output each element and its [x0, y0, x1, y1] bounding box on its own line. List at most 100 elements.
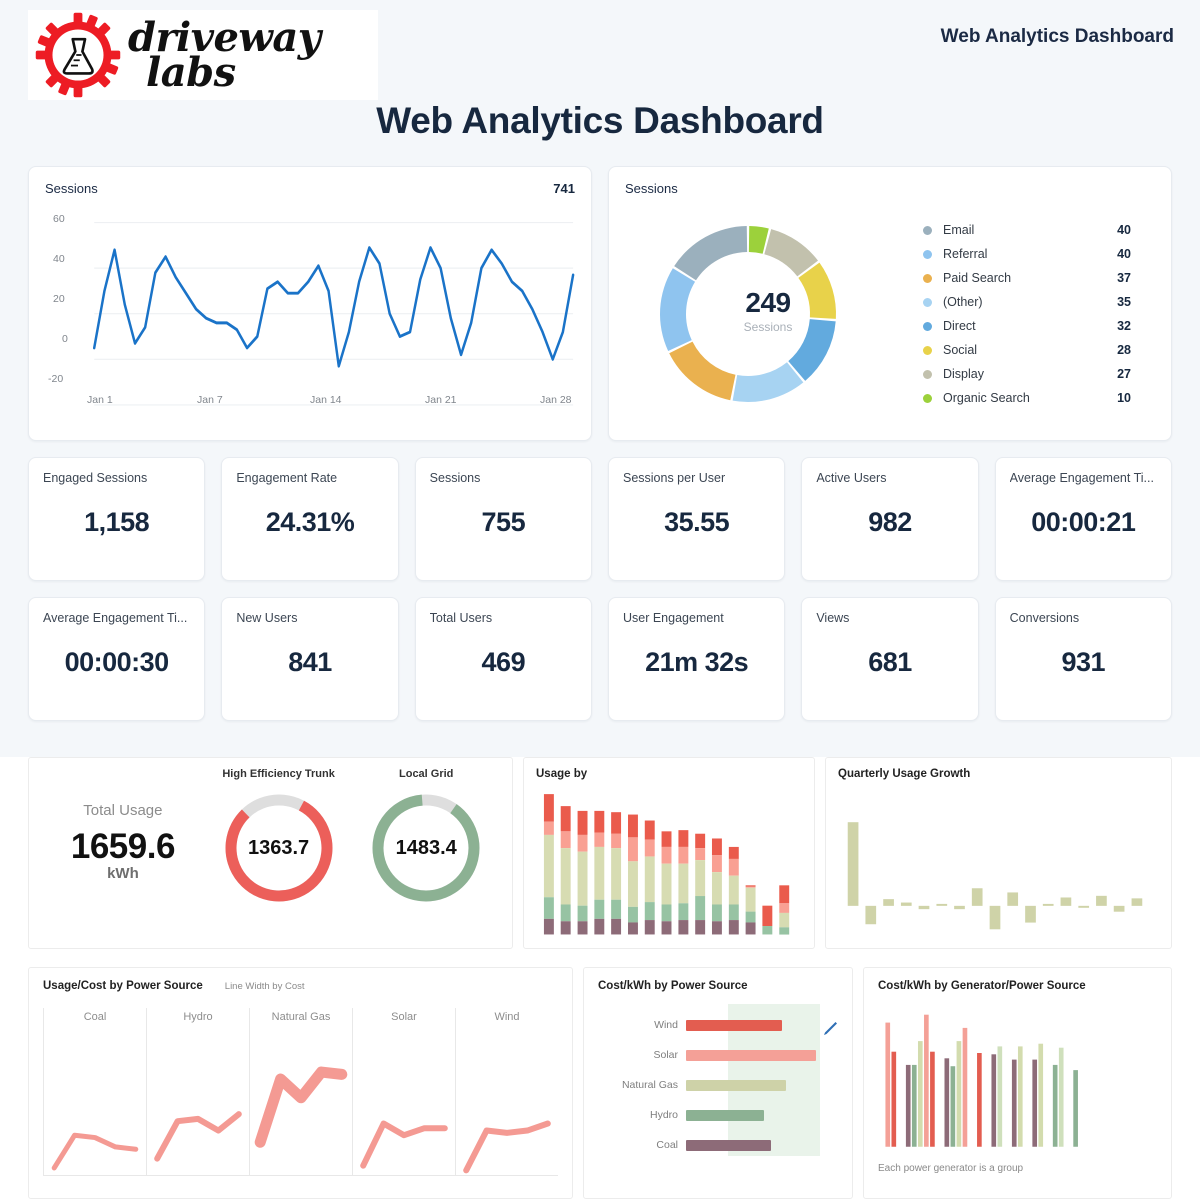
- stacked-bar-segment[interactable]: [779, 927, 790, 935]
- cost-bar-fill[interactable]: [686, 1109, 764, 1121]
- stacked-bar-segment[interactable]: [678, 846, 689, 864]
- stacked-bar-segment[interactable]: [661, 904, 672, 922]
- spark-panel[interactable]: Natural Gas: [249, 1008, 352, 1175]
- waterfall-bar[interactable]: [865, 905, 877, 925]
- cost-bar-fill[interactable]: [686, 1049, 816, 1061]
- kpi-card[interactable]: Conversions 931: [994, 597, 1172, 721]
- legend-item[interactable]: Direct 32: [923, 314, 1131, 338]
- waterfall-bar[interactable]: [1113, 905, 1125, 912]
- generator-bar[interactable]: [911, 1064, 917, 1147]
- waterfall-bar[interactable]: [1131, 898, 1143, 906]
- stacked-bar-segment[interactable]: [678, 920, 689, 935]
- waterfall-bar[interactable]: [989, 905, 1001, 930]
- generator-bar[interactable]: [917, 1041, 923, 1147]
- stacked-bar-segment[interactable]: [661, 831, 672, 847]
- spark-panel[interactable]: Hydro: [146, 1008, 249, 1175]
- stacked-bar-segment[interactable]: [728, 846, 739, 859]
- legend-item[interactable]: (Other) 35: [923, 290, 1131, 314]
- stacked-bar-segment[interactable]: [779, 912, 790, 928]
- stacked-bar-segment[interactable]: [695, 860, 706, 897]
- stacked-bar-segment[interactable]: [728, 904, 739, 921]
- donut-segment[interactable]: [674, 226, 748, 281]
- kpi-card[interactable]: Sessions 755: [414, 457, 592, 581]
- generator-bar[interactable]: [962, 1027, 968, 1147]
- spark-panel[interactable]: Coal: [43, 1008, 146, 1175]
- generator-bar[interactable]: [1058, 1047, 1064, 1147]
- stacked-bar-segment[interactable]: [728, 920, 739, 935]
- stacked-bar-segment[interactable]: [762, 905, 773, 927]
- stacked-bar-segment[interactable]: [543, 918, 554, 935]
- stacked-bar-segment[interactable]: [728, 875, 739, 905]
- stacked-bar-segment[interactable]: [745, 887, 756, 912]
- legend-item[interactable]: Social 28: [923, 338, 1131, 362]
- generator-bar[interactable]: [1052, 1064, 1058, 1147]
- kpi-card[interactable]: Average Engagement Ti... 00:00:21: [994, 457, 1172, 581]
- stacked-bar-segment[interactable]: [711, 872, 722, 905]
- stacked-bar-segment[interactable]: [628, 922, 638, 935]
- donut-segment[interactable]: [669, 341, 736, 401]
- stacked-bar-segment[interactable]: [577, 921, 588, 935]
- stacked-bar-segment[interactable]: [543, 821, 554, 835]
- cost-bar-fill[interactable]: [686, 1139, 771, 1151]
- generator-bar[interactable]: [1073, 1070, 1078, 1147]
- waterfall-bar[interactable]: [918, 905, 930, 910]
- stacked-bar-segment[interactable]: [577, 810, 588, 835]
- waterfall-bar[interactable]: [971, 888, 983, 906]
- generator-bar[interactable]: [977, 1053, 982, 1147]
- stacked-bar-segment[interactable]: [594, 832, 605, 847]
- donut-segment[interactable]: [764, 229, 818, 277]
- generator-bar[interactable]: [1017, 1046, 1023, 1147]
- spark-panel[interactable]: Wind: [455, 1008, 558, 1175]
- stacked-bar-segment[interactable]: [611, 918, 622, 935]
- stacked-bar-segment[interactable]: [560, 848, 571, 905]
- stacked-bar-segment[interactable]: [661, 863, 672, 905]
- waterfall-bar[interactable]: [883, 899, 894, 906]
- stacked-bar-segment[interactable]: [628, 906, 638, 923]
- stacked-bar-segment[interactable]: [577, 905, 588, 922]
- stacked-bar-segment[interactable]: [644, 839, 655, 857]
- waterfall-bar[interactable]: [936, 903, 948, 906]
- generator-bar[interactable]: [891, 1051, 897, 1147]
- cost-bar-row[interactable]: Coal: [598, 1130, 838, 1160]
- generator-bar[interactable]: [1011, 1059, 1017, 1147]
- stacked-bar-segment[interactable]: [779, 885, 790, 904]
- kpi-card[interactable]: Average Engagement Ti... 00:00:30: [28, 597, 206, 721]
- generator-bar[interactable]: [991, 1054, 997, 1147]
- stacked-bar-segment[interactable]: [745, 886, 756, 888]
- stacked-bar-segment[interactable]: [728, 858, 739, 876]
- stacked-bar-segment[interactable]: [594, 918, 605, 935]
- kpi-card[interactable]: User Engagement 21m 32s: [607, 597, 786, 721]
- stacked-bar-segment[interactable]: [711, 904, 722, 922]
- stacked-bar-segment[interactable]: [594, 899, 605, 919]
- stacked-bar-segment[interactable]: [594, 810, 605, 833]
- stacked-bar-segment[interactable]: [594, 846, 605, 900]
- generator-bar[interactable]: [930, 1051, 935, 1147]
- kpi-card[interactable]: Engagement Rate 24.31%: [221, 457, 399, 581]
- stacked-bar-segment[interactable]: [762, 926, 773, 935]
- stacked-bar-segment[interactable]: [695, 848, 706, 861]
- stacked-bar-segment[interactable]: [779, 903, 790, 913]
- legend-item[interactable]: Email 40: [923, 218, 1131, 242]
- stacked-bar-segment[interactable]: [644, 856, 655, 903]
- stacked-bar-segment[interactable]: [678, 830, 689, 847]
- cost-bar-row[interactable]: Solar: [598, 1040, 838, 1070]
- stacked-bar-segment[interactable]: [695, 896, 706, 921]
- waterfall-bar[interactable]: [1078, 905, 1090, 908]
- stacked-bar-segment[interactable]: [695, 920, 706, 935]
- stacked-bar-segment[interactable]: [745, 922, 756, 935]
- stacked-bar-segment[interactable]: [644, 902, 655, 921]
- stacked-bar-segment[interactable]: [628, 837, 638, 862]
- generator-bar[interactable]: [905, 1064, 911, 1147]
- stacked-bar-segment[interactable]: [560, 904, 571, 922]
- stacked-bar-segment[interactable]: [661, 846, 672, 864]
- generator-bar[interactable]: [924, 1014, 929, 1147]
- stacked-bar-segment[interactable]: [711, 855, 722, 873]
- generator-bar[interactable]: [997, 1046, 1003, 1147]
- waterfall-bar[interactable]: [1096, 895, 1107, 906]
- generator-bar[interactable]: [1032, 1059, 1038, 1147]
- generator-bar[interactable]: [944, 1058, 950, 1147]
- cost-bar-fill[interactable]: [686, 1079, 787, 1091]
- stacked-bar-segment[interactable]: [543, 897, 554, 919]
- stacked-bar-segment[interactable]: [628, 814, 638, 838]
- kpi-card[interactable]: Sessions per User 35.55: [607, 457, 786, 581]
